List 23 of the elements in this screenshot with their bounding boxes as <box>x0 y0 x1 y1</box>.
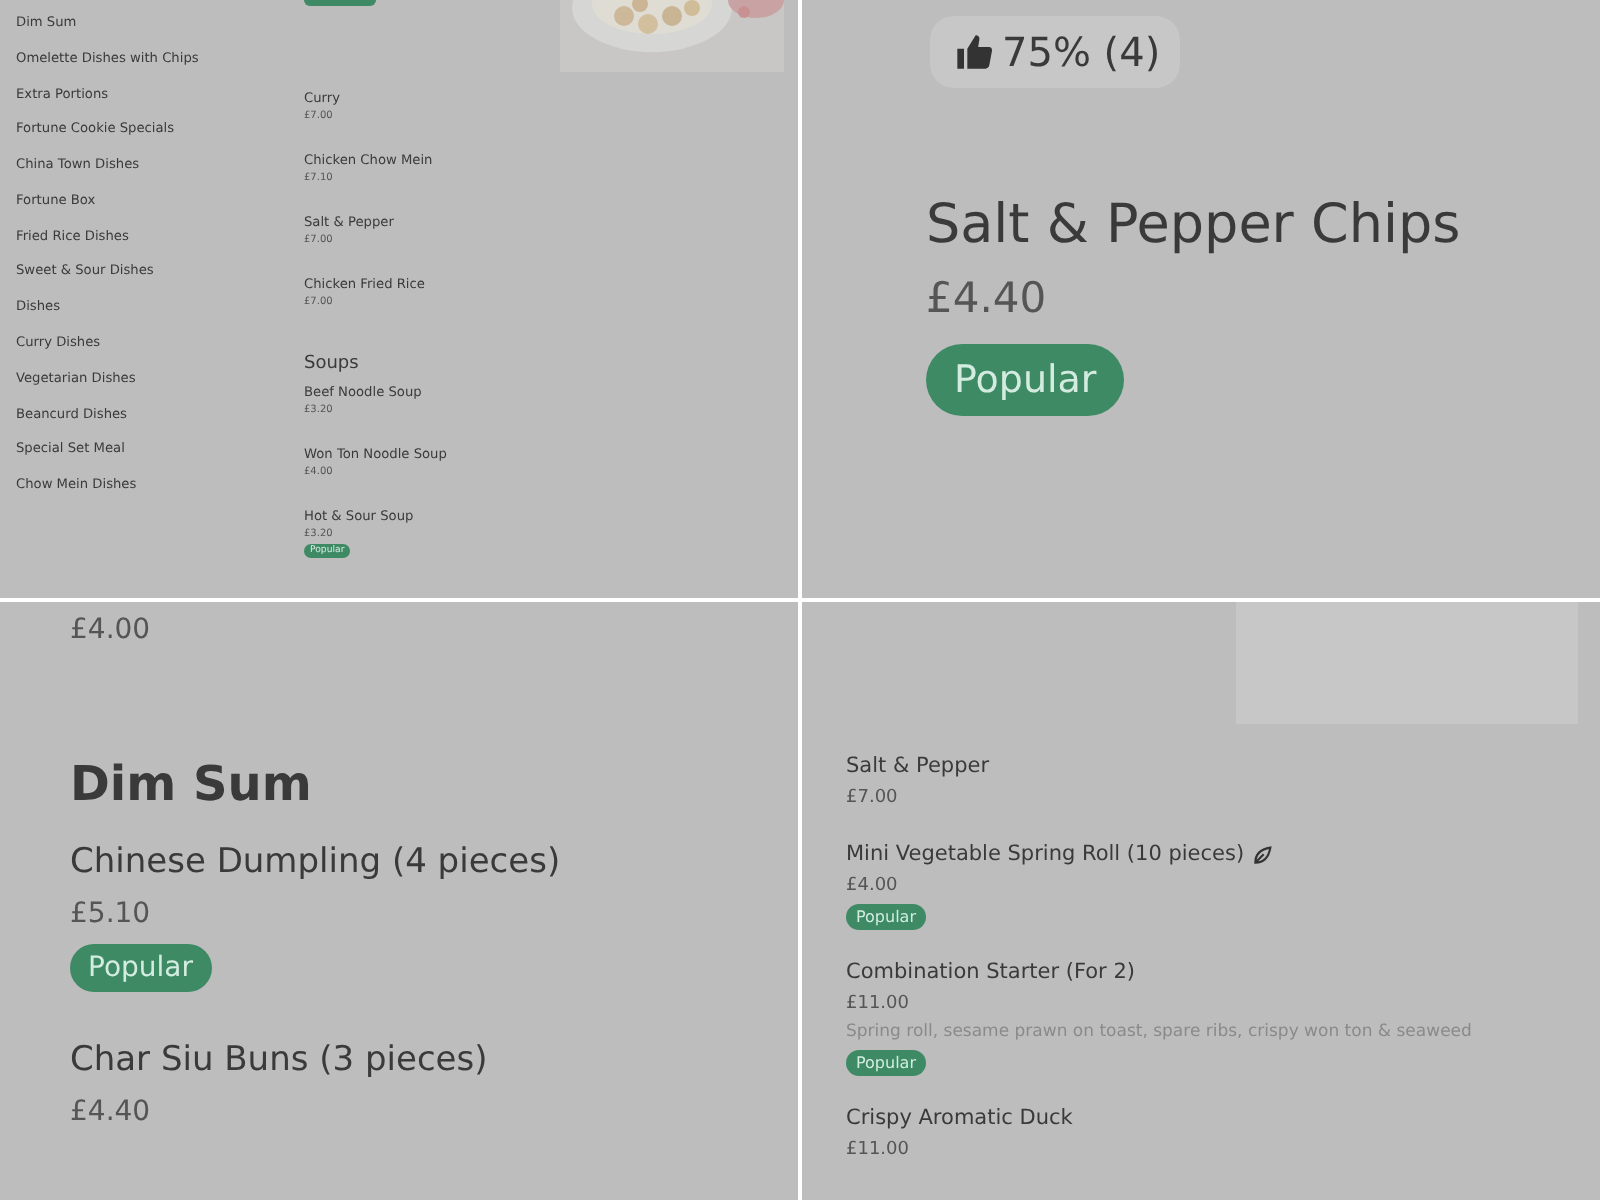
item-price: £4.00 <box>846 874 898 900</box>
item-price: £4.40 <box>70 1094 151 1132</box>
section-heading: Soups <box>304 354 361 374</box>
item-price: £11.00 <box>846 1138 909 1164</box>
popular-badge: Popular <box>846 1050 926 1076</box>
item-name[interactable]: Char Siu Buns (3 pieces) <box>70 1036 488 1084</box>
rating-text: 75% (4) <box>1002 28 1161 76</box>
item-price: £5.10 <box>70 896 151 934</box>
item-name[interactable]: Crispy Aromatic Duck <box>846 1104 1073 1134</box>
item-name[interactable]: Salt & Pepper Chips <box>926 192 1461 260</box>
thumbs-up-icon <box>954 32 994 72</box>
item-price: £4.00 <box>70 612 153 650</box>
item-name[interactable]: Salt & Pepper <box>846 752 990 782</box>
item-name[interactable]: Combination Starter (For 2) <box>846 958 1135 988</box>
item-price: £11.00 <box>846 992 909 1018</box>
item-name[interactable]: Mini Vegetable Spring Roll (10 pieces) <box>846 840 1245 870</box>
popular-badge: Popular <box>926 344 1125 416</box>
item-price: £7.00 <box>846 786 898 812</box>
popular-badge: Popular <box>70 944 211 992</box>
section-heading: Dim Sum <box>70 754 314 814</box>
item-name[interactable]: Chinese Dumpling (4 pieces) <box>70 838 561 886</box>
popular-badge: Popular <box>846 904 926 930</box>
item-price: £4.40 <box>926 272 1047 326</box>
